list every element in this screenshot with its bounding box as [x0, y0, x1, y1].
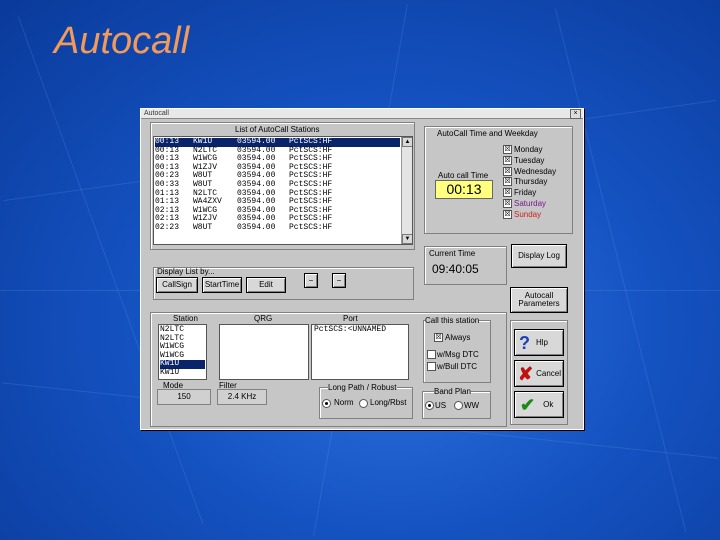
- weekday-tuesday[interactable]: ☒ Tuesday: [503, 155, 569, 166]
- table-row[interactable]: 01:13 WA4ZXV 03594.00 PctSCS:HF: [155, 198, 400, 207]
- us-radio[interactable]: [425, 401, 434, 410]
- weekday-label: Wednesday: [514, 166, 557, 176]
- weekday-checkbox[interactable]: ☒: [503, 209, 512, 219]
- current-time-value: 09:40:05: [432, 262, 479, 276]
- station-rows: N2LTC N2LTC W1WCG W1WCG KW1U KW1U: [160, 325, 205, 378]
- row-port: PctSCS:HF: [289, 222, 333, 232]
- table-row[interactable]: 00:33 W8UT 03594.00 PctSCS:HF: [155, 180, 400, 190]
- table-row[interactable]: 00:13 W1WCG 03594.00 PctSCS:HF: [155, 155, 400, 164]
- bull-dtc-checkbox[interactable]: [427, 362, 436, 371]
- station-label: Station: [173, 314, 198, 323]
- weekday-thursday[interactable]: ☒ Thursday: [503, 176, 569, 187]
- weekday-checkbox[interactable]: ☒: [503, 145, 512, 154]
- scroll-down-arrow-icon[interactable]: ▼: [402, 234, 412, 244]
- call-station-title: Call this station: [425, 316, 480, 325]
- table-row[interactable]: 00:13 W1ZJV 03594.00 PctSCS:HF: [155, 163, 400, 173]
- always-checkbox[interactable]: ☒: [434, 333, 443, 342]
- cancel-icon: ✘: [518, 363, 534, 384]
- long-robust-radio[interactable]: [359, 399, 368, 408]
- weekday-saturday[interactable]: ☒ Saturday: [503, 198, 569, 209]
- long-path-title: Long Path / Robust: [328, 383, 397, 392]
- scroll-up-arrow-icon[interactable]: ▲: [402, 137, 412, 147]
- mode-value[interactable]: 150: [157, 389, 211, 405]
- weekday-label: Saturday: [514, 198, 547, 208]
- sort-callsign-button[interactable]: CallSign: [156, 277, 198, 293]
- port-value: PctSCS:<UNNAMED: [314, 325, 387, 334]
- display-list-label: Display List by...: [157, 267, 215, 276]
- table-row[interactable]: 02:13 W1ZJV 03594.00 PctSCS:HF: [155, 215, 400, 224]
- weekday-checkbox[interactable]: ☒: [503, 198, 512, 208]
- ww-radio[interactable]: [454, 401, 463, 410]
- weekday-wednesday[interactable]: ☒ Wednesday: [503, 166, 569, 177]
- qrg-listbox[interactable]: [219, 324, 309, 380]
- weekday-checkbox[interactable]: ☒: [503, 155, 512, 165]
- weekday-label: Tuesday: [514, 155, 545, 165]
- stations-listbox[interactable]: 00:13 KW1U 03594.00 PctSCS:HF 00:13 N2LTC 0359…: [153, 136, 413, 245]
- weekday-checkbox[interactable]: ☒: [503, 177, 512, 187]
- row-time: 02:23: [155, 222, 180, 232]
- weekday-checkbox[interactable]: ☒: [503, 188, 512, 198]
- autocall-parameters-button[interactable]: Autocall Parameters: [510, 287, 568, 313]
- help-label: Hlp: [536, 337, 549, 347]
- current-time-label: Current Time: [429, 249, 476, 258]
- ww-label: WW: [464, 401, 480, 410]
- station-call: KW1U: [160, 367, 180, 377]
- weekday-label: Thursday: [514, 177, 548, 187]
- autocall-parameters-line2: Parameters: [518, 299, 560, 308]
- remove-button-2[interactable]: −: [332, 273, 346, 288]
- always-label: Always: [445, 333, 471, 342]
- row-freq: 03594.00: [237, 222, 276, 232]
- help-button[interactable]: ? Hlp: [514, 329, 564, 356]
- bull-dtc-label: w/Bull DTC: [437, 362, 478, 371]
- cancel-label: Cancel: [536, 368, 561, 378]
- window-titlebar: Autocall: [141, 109, 583, 119]
- weekday-list: ☒ Monday ☒ Tuesday ☒ Wednesday ☒ Thursday ☒ Frida…: [503, 144, 569, 220]
- port-listbox[interactable]: PctSCS:<UNNAMED: [311, 324, 409, 380]
- table-row[interactable]: 02:13 W1WCG 03594.00 PctSCS:HF: [155, 206, 400, 216]
- weekday-friday[interactable]: ☒ Friday: [503, 187, 569, 198]
- port-label: Port: [343, 314, 358, 323]
- us-label: US: [435, 401, 447, 410]
- band-plan-title: Band Plan: [434, 387, 471, 396]
- help-icon: ?: [519, 332, 530, 353]
- long-robust-label: Long/Rbst: [370, 398, 407, 407]
- stations-list-title: List of AutoCall Stations: [235, 125, 320, 134]
- row-call: W8UT: [193, 222, 213, 232]
- weekday-sunday[interactable]: ☒ Sunday: [503, 209, 569, 220]
- autocall-window: Autocall × List of AutoCall Stations 00:…: [140, 108, 584, 430]
- qrg-label: QRG: [254, 314, 273, 323]
- weekday-monday[interactable]: ☒ Monday: [503, 144, 569, 155]
- auto-call-time-value[interactable]: 00:13: [435, 180, 493, 199]
- msg-dtc-label: w/Msg DTC: [437, 350, 479, 359]
- stations-rows: 00:13 KW1U 03594.00 PctSCS:HF 00:13 N2LTC 0359…: [155, 137, 400, 233]
- slide-title: Autocall: [54, 20, 190, 62]
- table-row[interactable]: 00:23 W8UT 03594.00 PctSCS:HF: [155, 172, 400, 181]
- remove-button-1[interactable]: −: [304, 273, 318, 288]
- close-button[interactable]: ×: [570, 109, 581, 119]
- table-row[interactable]: 00:13 N2LTC 03594.00 PctSCS:HF: [155, 146, 400, 156]
- filter-value[interactable]: 2.4 KHz: [217, 389, 267, 405]
- autocall-time-title: AutoCall Time and Weekday: [437, 129, 538, 138]
- msg-dtc-checkbox[interactable]: [427, 350, 436, 359]
- cancel-button[interactable]: ✘ Cancel: [514, 360, 564, 387]
- list-item[interactable]: KW1U: [160, 367, 205, 378]
- weekday-label: Monday: [514, 145, 543, 154]
- edit-button[interactable]: Edit: [246, 277, 286, 293]
- station-listbox[interactable]: N2LTC N2LTC W1WCG W1WCG KW1U KW1U: [158, 324, 207, 380]
- weekday-label: Sunday: [514, 209, 542, 219]
- ok-button[interactable]: ✔ Ok: [514, 391, 564, 418]
- norm-label: Norm: [334, 398, 354, 407]
- ok-label: Ok: [543, 399, 554, 409]
- norm-radio[interactable]: [322, 399, 331, 408]
- stations-scrollbar[interactable]: ▲ ▼: [401, 137, 412, 244]
- table-row[interactable]: 00:13 KW1U 03594.00 PctSCS:HF: [155, 137, 400, 147]
- display-log-button[interactable]: Display Log: [511, 244, 567, 268]
- sort-starttime-button[interactable]: StartTime: [202, 277, 242, 293]
- weekday-checkbox[interactable]: ☒: [503, 166, 512, 176]
- weekday-label: Friday: [514, 188, 537, 198]
- ok-icon: ✔: [520, 394, 536, 415]
- table-row[interactable]: 02:23 W8UT 03594.00 PctSCS:HF: [155, 222, 400, 233]
- auto-call-time-label: Auto call Time: [438, 171, 489, 180]
- table-row[interactable]: 01:13 N2LTC 03594.00 PctSCS:HF: [155, 189, 400, 199]
